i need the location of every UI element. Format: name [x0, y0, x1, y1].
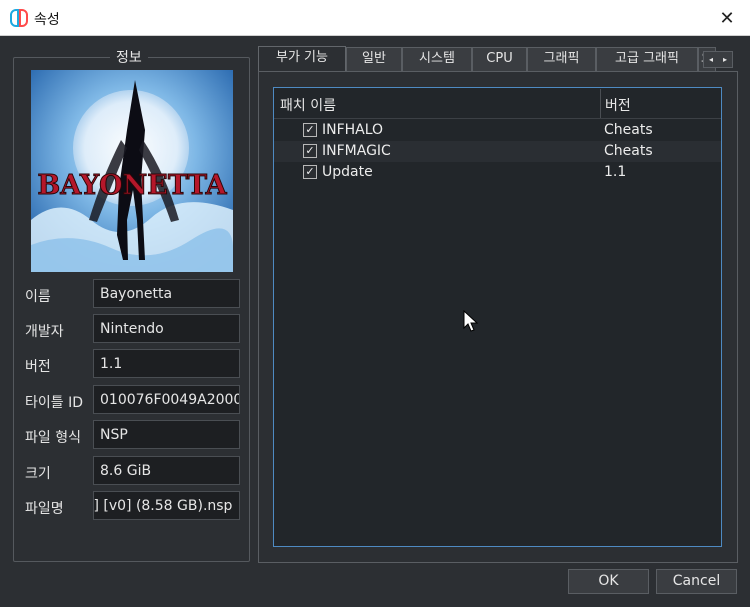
field-name[interactable]: Bayonetta: [93, 279, 240, 308]
tab-graphics[interactable]: 그래픽: [527, 47, 596, 71]
title-bar: 속성 ✕: [0, 0, 750, 36]
column-divider[interactable]: [600, 89, 601, 118]
switch-joycon-icon: [10, 9, 28, 27]
tab-scroll-buttons: ◂ ▸: [703, 51, 733, 68]
patch-name: INFHALO: [322, 122, 384, 138]
list-item[interactable]: ✓ INFMAGIC Cheats: [274, 141, 721, 162]
list-item[interactable]: ✓ INFHALO Cheats: [274, 120, 721, 141]
tab-scroll-left-icon[interactable]: ◂: [704, 52, 718, 67]
column-header-patch-name[interactable]: 패치 이름: [280, 95, 336, 115]
window-title: 속성: [34, 12, 60, 28]
info-group-title: 정보: [110, 47, 148, 67]
tab-cpu[interactable]: CPU: [472, 47, 527, 71]
field-label-title-id: 타이틀 ID: [25, 395, 83, 411]
checkbox[interactable]: ✓: [303, 144, 317, 158]
column-header-version[interactable]: 버전: [605, 95, 631, 115]
field-label-filename: 파일명: [25, 501, 64, 517]
tab-system[interactable]: 시스템: [402, 47, 472, 71]
field-developer[interactable]: Nintendo: [93, 314, 240, 343]
field-label-file-type: 파일 형식: [25, 430, 81, 446]
game-cover-image: BAYONETTA: [31, 70, 233, 272]
patch-name: Update: [322, 164, 373, 180]
list-item[interactable]: ✓ Update 1.1: [274, 162, 721, 183]
checkbox[interactable]: ✓: [303, 123, 317, 137]
field-label-name: 이름: [25, 289, 51, 305]
cancel-button[interactable]: Cancel: [656, 569, 737, 594]
tab-advanced-graphics[interactable]: 고급 그래픽: [596, 47, 698, 71]
mouse-pointer-icon: [463, 310, 479, 332]
tab-scroll-right-icon[interactable]: ▸: [718, 52, 732, 67]
close-button[interactable]: ✕: [704, 0, 750, 36]
ok-button[interactable]: OK: [568, 569, 649, 594]
close-icon: ✕: [719, 7, 735, 29]
patch-version: Cheats: [604, 143, 653, 159]
field-size[interactable]: 8.6 GiB: [93, 456, 240, 485]
checkbox[interactable]: ✓: [303, 165, 317, 179]
field-label-developer: 개발자: [25, 324, 64, 340]
field-file-type[interactable]: NSP: [93, 420, 240, 449]
field-version[interactable]: 1.1: [93, 349, 240, 378]
patch-name: INFMAGIC: [322, 143, 391, 159]
field-label-size: 크기: [25, 466, 51, 482]
patch-version: 1.1: [604, 164, 627, 180]
field-filename[interactable]: )] [v0] (8.58 GB).nsp: [93, 491, 240, 520]
patch-list[interactable]: 패치 이름 버전 ✓ INFHALO Cheats ✓ INFMAGIC Che…: [273, 87, 722, 547]
list-header: 패치 이름 버전: [274, 88, 721, 119]
tab-addons[interactable]: 부가 기능: [258, 46, 346, 72]
cover-logo: BAYONETTA: [37, 170, 227, 201]
patch-version: Cheats: [604, 122, 653, 138]
tab-general[interactable]: 일반: [346, 47, 402, 71]
field-label-version: 버전: [25, 359, 51, 375]
field-title-id[interactable]: 010076F0049A2000: [93, 385, 240, 414]
